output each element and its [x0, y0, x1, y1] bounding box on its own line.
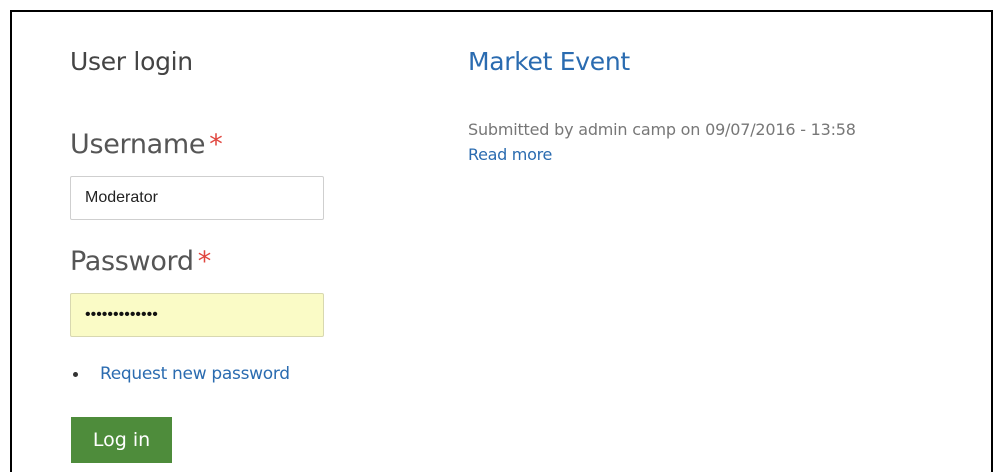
password-label-text: Password: [70, 246, 194, 277]
user-login-block: User login Username* Password* Request n…: [70, 46, 360, 463]
username-label: Username *: [70, 128, 223, 162]
node-title-link[interactable]: Market Event: [468, 46, 968, 78]
password-label: Password *: [70, 245, 211, 279]
request-new-password-link[interactable]: Request new password: [100, 364, 290, 384]
node-teaser: Market Event Submitted by admin camp on …: [468, 46, 968, 164]
password-input[interactable]: [70, 293, 324, 337]
log-in-button[interactable]: Log in: [71, 417, 172, 463]
username-input[interactable]: [70, 176, 324, 220]
list-item: Request new password: [70, 362, 290, 387]
submitted-info: Submitted by admin camp on 09/07/2016 - …: [468, 120, 856, 139]
username-label-text: Username: [70, 129, 206, 160]
login-block-title: User login: [70, 47, 193, 76]
read-more-link[interactable]: Read more: [468, 145, 552, 164]
login-links-list: Request new password: [70, 362, 290, 387]
required-marker: *: [209, 129, 223, 160]
required-marker: *: [197, 246, 212, 277]
bullet-icon: [73, 372, 78, 377]
page-frame: User login Username* Password* Request n…: [10, 10, 993, 472]
